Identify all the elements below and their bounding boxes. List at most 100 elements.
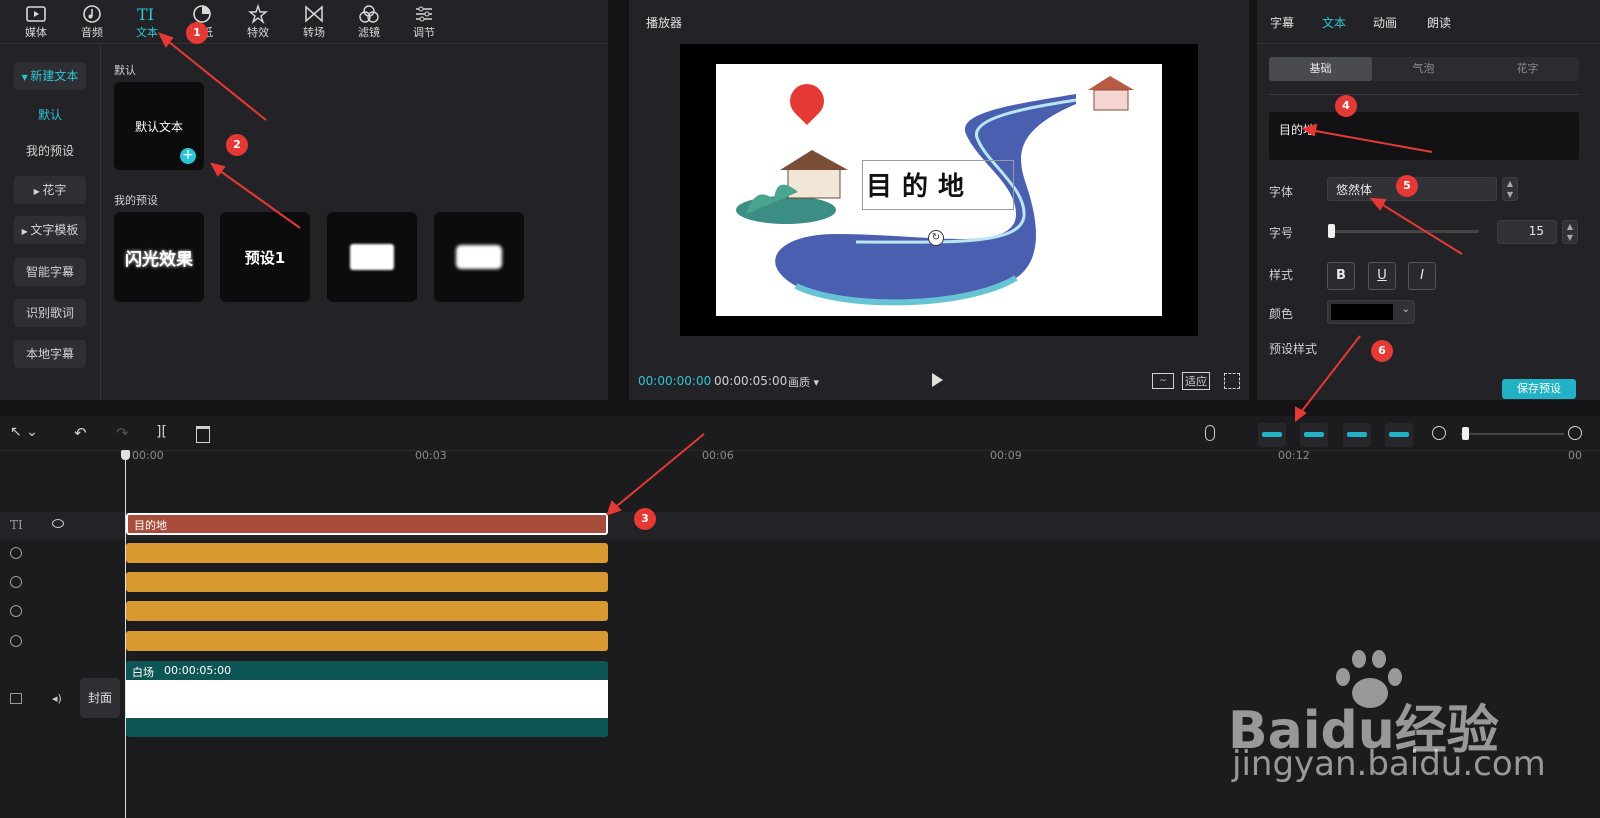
quality-dropdown[interactable]: 画质 ▾ [788, 374, 819, 390]
fit-label: 适应 [1185, 375, 1207, 388]
adjust-icon [416, 6, 432, 22]
tab-filter[interactable]: 滤镜 [343, 0, 395, 42]
sidebar-item-default[interactable]: 默认 [14, 102, 86, 128]
tab-audio[interactable]: 音频 [66, 0, 118, 42]
main-video-clip[interactable]: 白场 00:00:05:00 [126, 661, 608, 737]
tab-adjust[interactable]: 调节 [398, 0, 450, 42]
sidebar-item-fancy[interactable]: ▶ 花字 [14, 176, 86, 204]
subtab-fancy[interactable]: 花字 [1476, 57, 1579, 81]
clip-thumbnail [126, 680, 608, 718]
fit-button[interactable]: 适应 [1182, 372, 1210, 390]
quality-label: 画质 [788, 376, 810, 389]
tab-filter-label: 滤镜 [358, 26, 380, 39]
size-slider-track[interactable] [1331, 230, 1479, 233]
text-content-input[interactable]: 目的地 [1269, 112, 1579, 160]
sidebar-item-smart-captions[interactable]: 智能字幕 [14, 258, 86, 286]
microphone-icon[interactable] [1205, 425, 1215, 441]
chevron-down-icon: ⌄ [1401, 304, 1410, 315]
text-clip[interactable]: 目的地 [126, 513, 608, 535]
preset-label: 闪光效果 [125, 249, 193, 270]
sidebar-item-lyrics[interactable]: 识别歌词 [14, 299, 86, 327]
audio-icon [83, 5, 101, 23]
undo-icon[interactable]: ↶ [74, 424, 87, 442]
zoom-slider-track[interactable] [1460, 433, 1564, 435]
preset-card[interactable] [434, 212, 524, 302]
cover-button[interactable]: 封面 [80, 678, 120, 718]
zoom-out-icon[interactable] [1432, 426, 1446, 440]
size-stepper[interactable]: ▲ ▼ [1562, 220, 1578, 244]
size-input[interactable]: 15 [1497, 220, 1557, 244]
rotate-icon[interactable]: ↻ [928, 230, 944, 246]
sticker-icon [193, 5, 211, 23]
preset-thumbnail [350, 244, 394, 270]
player-title: 播放器 [646, 16, 683, 30]
fullscreen-icon[interactable] [1224, 373, 1240, 389]
tab-captions[interactable]: 字幕 [1270, 14, 1294, 31]
tab-text-inspector[interactable]: 文本 [1322, 14, 1346, 31]
playhead-handle[interactable] [121, 450, 130, 460]
zoom-in-icon[interactable] [1568, 426, 1582, 440]
playhead[interactable] [125, 450, 126, 818]
font-stepper[interactable]: ▲ ▼ [1502, 177, 1518, 201]
sticker-track-icon [10, 605, 22, 617]
default-text-card[interactable]: 默认文本 + [114, 82, 204, 170]
color-picker[interactable]: ⌄ [1327, 300, 1415, 324]
linkage-icon[interactable] [1343, 423, 1371, 447]
canvas-text[interactable]: 目的地 [866, 166, 1006, 203]
eye-icon[interactable] [52, 519, 64, 528]
delete-icon[interactable] [196, 426, 210, 443]
tab-media[interactable]: 媒体 [10, 0, 62, 42]
sticker-clip[interactable] [126, 601, 608, 621]
annotation-badge: 5 [1396, 175, 1418, 197]
auto-snap-icon[interactable] [1300, 423, 1328, 447]
watermark-url: jingyan.baidu.com [1232, 744, 1546, 784]
select-tool-icon[interactable]: ↖ ⌄ [10, 424, 38, 440]
sidebar-item-new-text[interactable]: ▼ 新建文本 [14, 62, 86, 90]
tab-read-aloud[interactable]: 朗读 [1427, 14, 1451, 31]
tick-label: 00:09 [990, 449, 1022, 462]
preset-card[interactable]: 预设1 [220, 212, 310, 302]
tab-text[interactable]: TI 文本 [121, 0, 173, 42]
preview-axis-icon[interactable] [1385, 423, 1413, 447]
time-ruler[interactable] [120, 450, 1600, 464]
bold-button[interactable]: B [1327, 262, 1355, 290]
annotation-badge: 1 [186, 22, 208, 44]
redo-icon[interactable]: ↷ [116, 424, 129, 442]
main-clip-name: 白场 [132, 666, 154, 679]
preset-label: 预设1 [244, 248, 286, 267]
text-content-value: 目的地 [1279, 123, 1316, 137]
tab-transition[interactable]: 转场 [288, 0, 340, 42]
play-button[interactable] [932, 373, 943, 387]
font-value: 悠然体 [1336, 183, 1373, 197]
color-swatch [1331, 304, 1393, 320]
save-preset-button[interactable]: 保存预设 [1502, 379, 1576, 399]
text-icon: TI [137, 5, 154, 24]
split-icon[interactable]: ][ [156, 424, 167, 440]
add-icon[interactable]: + [180, 148, 196, 164]
preset-card[interactable]: 闪光效果 [114, 212, 204, 302]
zoom-slider-handle[interactable] [1462, 427, 1469, 440]
subtab-bubble[interactable]: 气泡 [1372, 57, 1475, 81]
snap-link-icon[interactable] [1258, 423, 1286, 447]
sticker-clip[interactable] [126, 572, 608, 592]
video-track-icon [10, 693, 22, 704]
preset-style-label: 预设样式 [1269, 342, 1318, 356]
sticker-track-icon [10, 576, 22, 588]
sticker-clip[interactable] [126, 543, 608, 563]
sidebar-item-local-captions[interactable]: 本地字幕 [14, 340, 86, 368]
preset-thumbnail [456, 245, 502, 269]
audio-toggle-icon[interactable]: ◂) [52, 692, 62, 705]
tab-effects[interactable]: 特效 [232, 0, 284, 42]
subtab-basic[interactable]: 基础 [1269, 57, 1372, 81]
video-canvas[interactable]: 目的地 ↻ [716, 64, 1162, 316]
underline-button[interactable]: U [1368, 262, 1396, 290]
size-slider-handle[interactable] [1328, 224, 1335, 238]
sidebar-item-my-presets[interactable]: 我的预设 [14, 138, 86, 164]
preset-card[interactable] [327, 212, 417, 302]
italic-button[interactable]: I [1408, 262, 1436, 290]
style-label: 样式 [1269, 268, 1294, 282]
waveform-icon[interactable]: ~ [1152, 373, 1174, 389]
sticker-clip[interactable] [126, 631, 608, 651]
sidebar-item-templates[interactable]: ▶ 文字模板 [14, 216, 86, 244]
tab-animation[interactable]: 动画 [1373, 14, 1397, 31]
